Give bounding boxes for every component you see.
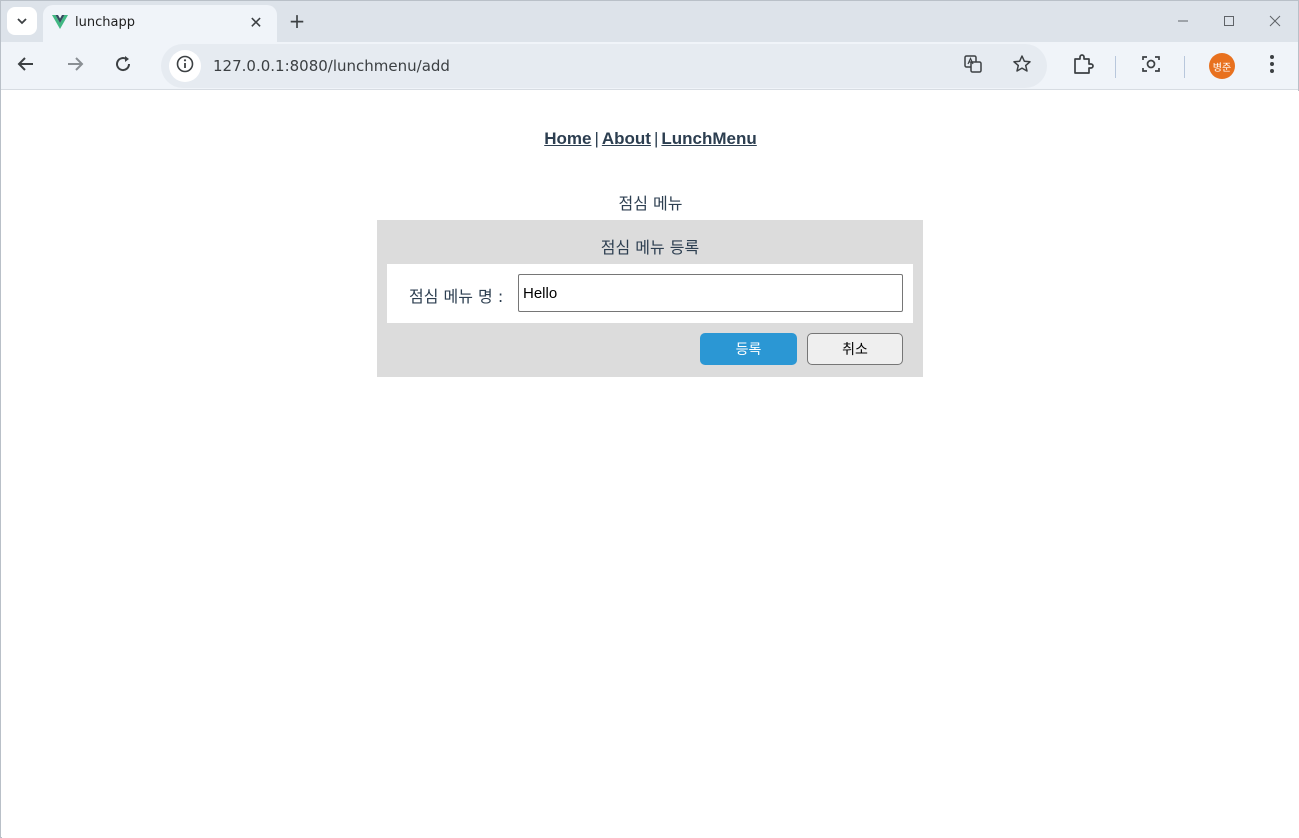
more-vertical-icon xyxy=(1269,54,1275,78)
tab-close-button[interactable]: ✕ xyxy=(245,11,267,33)
menu-name-label: 점심 메뉴 명 : xyxy=(409,287,504,306)
toolbar-separator xyxy=(1184,56,1185,78)
menu-name-row: 점심 메뉴 명 : xyxy=(387,264,913,323)
translate-icon xyxy=(963,54,983,78)
cancel-button[interactable]: 취소 xyxy=(807,333,903,365)
reload-icon xyxy=(113,54,133,78)
form-title: 점심 메뉴 등록 xyxy=(600,238,700,257)
arrow-left-icon xyxy=(16,54,36,78)
forward-button[interactable] xyxy=(61,52,89,80)
address-bar[interactable]: 127.0.0.1:8080/lunchmenu/add xyxy=(161,44,1047,88)
nav-link-lunchmenu[interactable]: LunchMenu xyxy=(661,129,756,148)
site-info-button[interactable] xyxy=(169,50,201,82)
reload-button[interactable] xyxy=(109,52,137,80)
page-title: 점심 메뉴 xyxy=(618,194,683,213)
tab-search-button[interactable] xyxy=(7,7,37,35)
browser-window: lunchapp ✕ + 127.0.0.1:8080/lunchmenu/ad… xyxy=(0,0,1299,838)
vue-logo-icon xyxy=(51,13,69,31)
nav-separator: | xyxy=(594,129,599,148)
tab-strip: lunchapp ✕ + xyxy=(1,1,1298,42)
browser-menu-button[interactable] xyxy=(1258,52,1286,80)
puzzle-icon xyxy=(1072,53,1094,79)
tab-lunchapp[interactable]: lunchapp ✕ xyxy=(43,5,277,42)
nav-link-about[interactable]: About xyxy=(602,129,651,148)
translate-button[interactable] xyxy=(961,54,985,78)
page-content: Home | About | LunchMenu 점심 메뉴 점심 메뉴 등록 점심 메… xyxy=(2,91,1299,838)
toolbar-separator xyxy=(1115,56,1116,78)
browser-toolbar: 127.0.0.1:8080/lunchmenu/add 병준 xyxy=(1,42,1298,90)
star-icon xyxy=(1012,54,1032,78)
submit-button[interactable]: 등록 xyxy=(700,333,797,365)
nav-link-home[interactable]: Home xyxy=(544,129,591,148)
maximize-button[interactable] xyxy=(1215,9,1243,33)
close-window-button[interactable] xyxy=(1261,9,1289,33)
profile-avatar[interactable]: 병준 xyxy=(1209,53,1235,79)
lunch-menu-form-panel: 점심 메뉴 등록 점심 메뉴 명 : 등록 취소 xyxy=(377,220,923,377)
camera-lens-icon xyxy=(1140,53,1162,79)
back-button[interactable] xyxy=(12,52,40,80)
new-tab-button[interactable]: + xyxy=(285,9,309,33)
tab-title: lunchapp xyxy=(75,15,135,30)
url-text[interactable]: 127.0.0.1:8080/lunchmenu/add xyxy=(213,57,450,75)
menu-name-input[interactable] xyxy=(518,274,903,312)
arrow-right-icon xyxy=(65,54,85,78)
chevron-down-icon xyxy=(16,12,28,31)
screenshot-button[interactable] xyxy=(1137,52,1165,80)
bookmark-button[interactable] xyxy=(1010,54,1034,78)
top-nav: Home | About | LunchMenu xyxy=(2,129,1299,149)
minimize-button[interactable] xyxy=(1169,9,1197,33)
minimize-icon xyxy=(1177,12,1189,31)
maximize-icon xyxy=(1223,12,1235,31)
info-icon xyxy=(176,55,194,77)
nav-separator: | xyxy=(653,129,659,148)
close-icon xyxy=(1269,12,1281,31)
extensions-button[interactable] xyxy=(1069,52,1097,80)
